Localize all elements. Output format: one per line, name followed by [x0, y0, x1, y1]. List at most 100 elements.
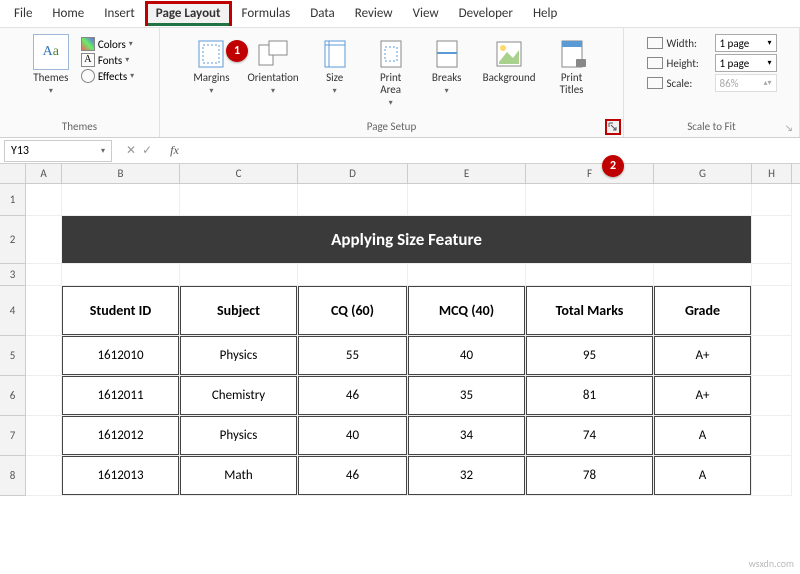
row-header[interactable]: 8 — [0, 456, 26, 496]
themes-button[interactable]: Aa Themes ▾ — [25, 32, 77, 98]
menu-formulas[interactable]: Formulas — [232, 2, 301, 25]
print-area-icon — [375, 38, 407, 70]
menu-data[interactable]: Data — [300, 2, 345, 25]
group-label-scale: Scale to Fit — [630, 118, 793, 135]
menu-file[interactable]: File — [4, 2, 42, 25]
table-cell[interactable]: 1612012 — [62, 416, 179, 455]
scale-dialog-launcher[interactable]: ↘ — [785, 123, 797, 135]
table-cell[interactable]: 55 — [298, 336, 407, 375]
col-header[interactable]: B — [62, 164, 180, 183]
table-cell[interactable]: Physics — [180, 416, 297, 455]
table-cell[interactable]: 1612011 — [62, 376, 179, 415]
effects-button[interactable]: Effects▾ — [81, 69, 134, 83]
table-cell[interactable]: 34 — [408, 416, 525, 455]
breaks-button[interactable]: Breaks▾ — [421, 36, 473, 98]
table-header: Grade — [654, 286, 751, 335]
table-cell[interactable]: 95 — [526, 336, 653, 375]
print-area-button[interactable]: Print Area▾ — [365, 36, 417, 110]
height-label: Height: — [667, 57, 711, 70]
table-cell[interactable]: 35 — [408, 376, 525, 415]
height-dropdown[interactable]: 1 page▾ — [715, 54, 777, 72]
fx-icon[interactable]: fx — [162, 143, 179, 158]
col-header[interactable]: C — [180, 164, 298, 183]
table-header: Subject — [180, 286, 297, 335]
formula-bar: Y13▾ ✕ ✓ fx — [0, 138, 800, 164]
table-cell[interactable]: A — [654, 456, 751, 495]
width-label: Width: — [667, 37, 711, 50]
worksheet-grid[interactable]: A B C D E F G H 1 2 Applying Size Featur… — [0, 164, 800, 496]
table-cell[interactable]: 46 — [298, 376, 407, 415]
table-cell[interactable]: 1612013 — [62, 456, 179, 495]
scale-spinner: 86%▴▾ — [715, 74, 777, 92]
table-cell[interactable]: A — [654, 416, 751, 455]
menu-page-layout[interactable]: Page Layout — [145, 1, 232, 26]
fonts-button[interactable]: A Fonts▾ — [81, 53, 134, 67]
table-cell[interactable]: Chemistry — [180, 376, 297, 415]
menu-developer[interactable]: Developer — [449, 2, 523, 25]
col-header[interactable]: A — [26, 164, 62, 183]
row-header[interactable]: 5 — [0, 336, 26, 376]
col-header[interactable]: G — [654, 164, 752, 183]
col-header[interactable]: D — [298, 164, 408, 183]
width-icon — [647, 37, 663, 49]
menu-insert[interactable]: Insert — [94, 2, 145, 25]
table-cell[interactable]: Math — [180, 456, 297, 495]
table-cell[interactable]: 78 — [526, 456, 653, 495]
table-cell[interactable]: 74 — [526, 416, 653, 455]
menu-view[interactable]: View — [403, 2, 449, 25]
enter-icon: ✓ — [142, 143, 152, 158]
orientation-icon — [257, 38, 289, 70]
table-header: CQ (60) — [298, 286, 407, 335]
width-dropdown[interactable]: 1 page▾ — [715, 34, 777, 52]
height-row: Height: 1 page▾ — [647, 54, 777, 72]
formula-input[interactable] — [179, 140, 800, 162]
size-button[interactable]: Size▾ — [309, 36, 361, 98]
watermark: wsxdn.com — [749, 557, 794, 570]
row-header[interactable]: 7 — [0, 416, 26, 456]
scale-row: Scale: 86%▴▾ — [647, 74, 777, 92]
name-box[interactable]: Y13▾ — [4, 140, 112, 162]
table-title: Applying Size Feature — [62, 216, 751, 263]
table-cell[interactable]: A+ — [654, 376, 751, 415]
colors-button[interactable]: Colors▾ — [81, 37, 134, 51]
breaks-icon — [431, 38, 463, 70]
height-icon — [647, 57, 663, 69]
table-header: Student ID — [62, 286, 179, 335]
col-header[interactable]: E — [408, 164, 526, 183]
row-header[interactable]: 2 — [0, 216, 26, 264]
effects-icon — [81, 69, 95, 83]
row-header[interactable]: 4 — [0, 286, 26, 336]
row-header[interactable]: 6 — [0, 376, 26, 416]
col-header[interactable]: F — [526, 164, 654, 183]
print-titles-icon — [556, 38, 588, 70]
table-cell[interactable]: 81 — [526, 376, 653, 415]
select-all-corner[interactable] — [0, 164, 26, 183]
group-label-themes: Themes — [6, 118, 153, 135]
callout-2: 2 — [602, 155, 624, 177]
table-cell[interactable]: 40 — [298, 416, 407, 455]
launcher-icon — [608, 122, 618, 132]
row-header[interactable]: 3 — [0, 264, 26, 286]
menu-help[interactable]: Help — [523, 2, 567, 25]
orientation-button[interactable]: Orientation▾ — [241, 36, 304, 98]
row-header[interactable]: 1 — [0, 184, 26, 216]
table-cell[interactable]: Physics — [180, 336, 297, 375]
table-cell[interactable]: 46 — [298, 456, 407, 495]
scale-label: Scale: — [667, 77, 711, 90]
width-row: Width: 1 page▾ — [647, 34, 777, 52]
group-scale-to-fit: Width: 1 page▾ Height: 1 page▾ Scale: 86… — [624, 28, 800, 137]
cancel-icon: ✕ — [126, 143, 136, 158]
page-setup-dialog-launcher[interactable] — [605, 119, 621, 135]
table-cell[interactable]: 32 — [408, 456, 525, 495]
table-cell[interactable]: A+ — [654, 336, 751, 375]
col-header[interactable]: H — [752, 164, 792, 183]
size-icon — [319, 38, 351, 70]
callout-1: 1 — [226, 40, 248, 62]
menu-review[interactable]: Review — [345, 2, 403, 25]
background-button[interactable]: Background — [477, 36, 542, 86]
table-cell[interactable]: 40 — [408, 336, 525, 375]
print-titles-button[interactable]: Print Titles — [546, 36, 598, 98]
table-cell[interactable]: 1612010 — [62, 336, 179, 375]
menu-home[interactable]: Home — [42, 2, 94, 25]
scale-icon — [647, 77, 663, 89]
